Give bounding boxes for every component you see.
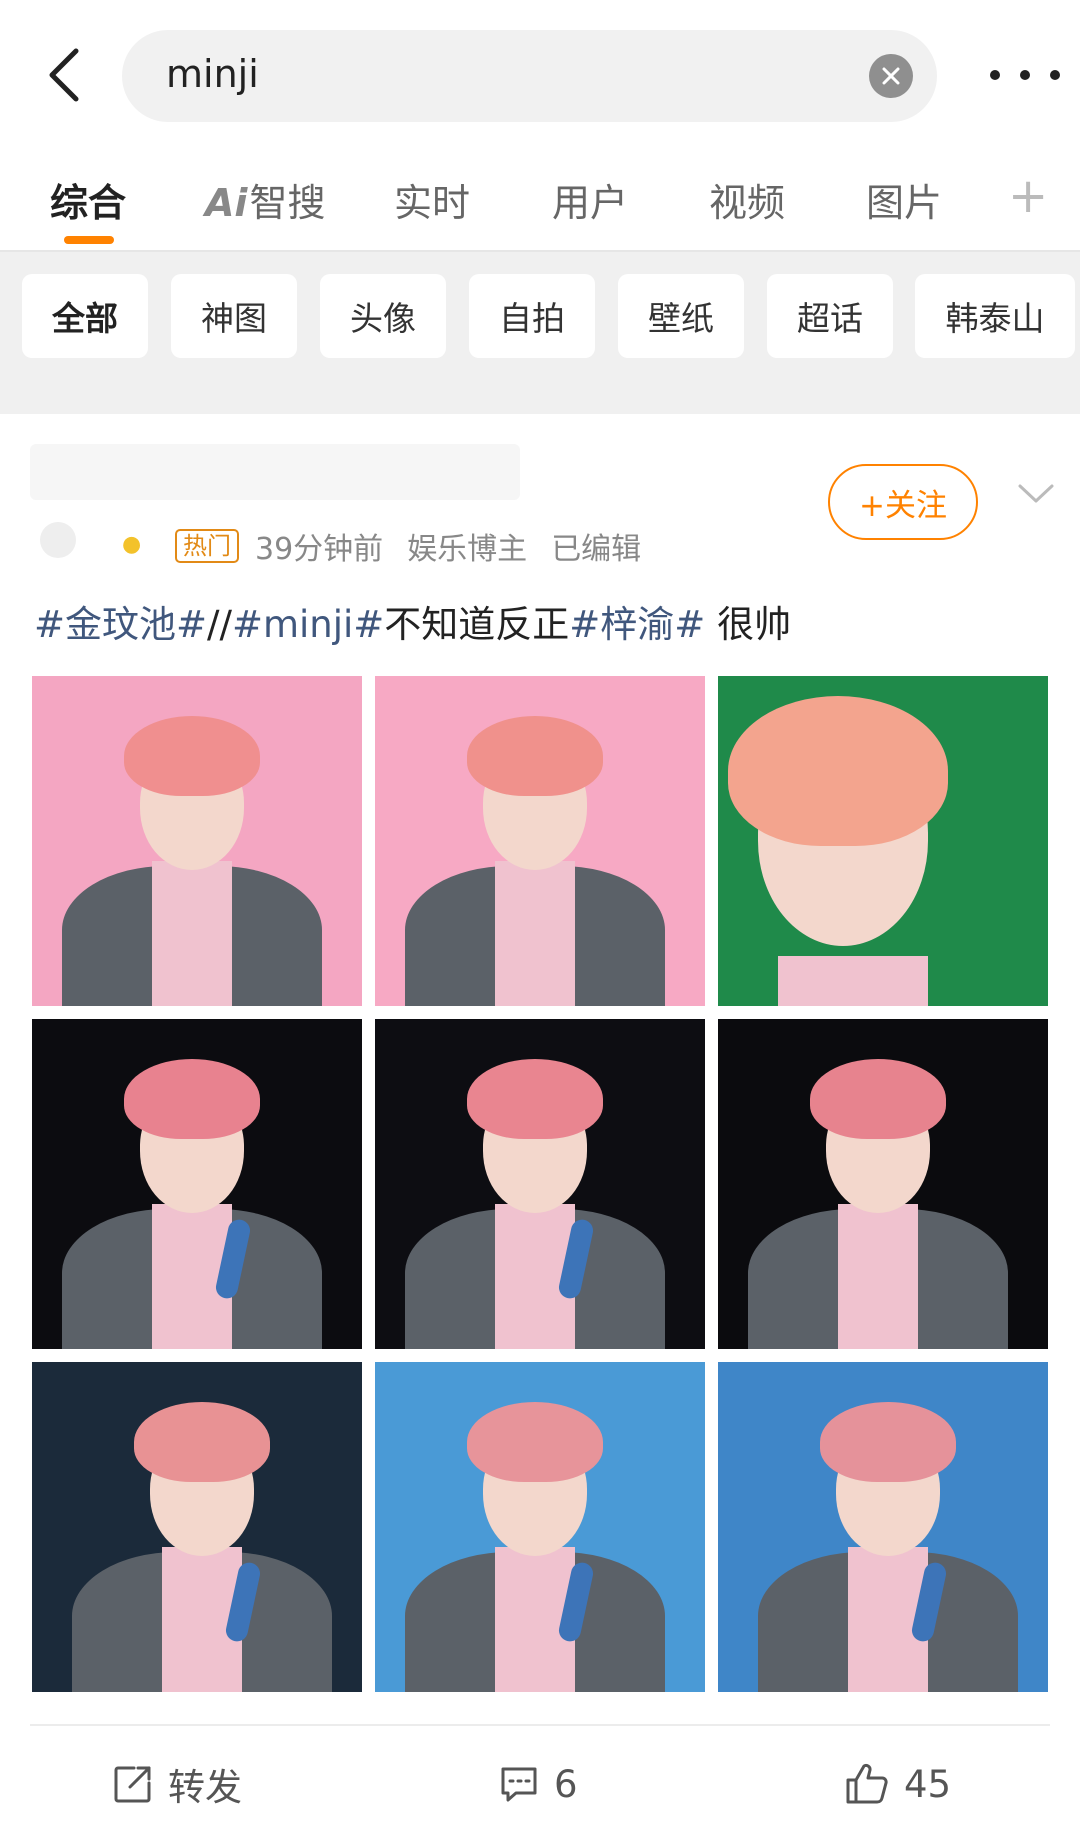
like-button[interactable]: 45 xyxy=(844,1754,951,1814)
search-input[interactable]: minji xyxy=(122,30,937,122)
hashtag-link[interactable]: #梓渝# xyxy=(569,603,705,646)
post-photo[interactable] xyxy=(32,676,362,1006)
comment-count: 6 xyxy=(554,1762,578,1806)
more-dot-icon xyxy=(1050,70,1060,80)
repost-label: 转发 xyxy=(168,1766,242,1809)
post-photo[interactable] xyxy=(32,1019,362,1349)
post-meta: 热门 39分钟前 娱乐博主 已编辑 xyxy=(175,526,665,567)
search-tabs: 综合 Ai智搜 实时 用户 视频 图片 + xyxy=(0,150,1080,250)
author-category: 娱乐博主 xyxy=(407,532,528,567)
comment-button[interactable]: 6 xyxy=(498,1754,578,1814)
photo-hair xyxy=(134,1402,270,1482)
more-dot-icon xyxy=(990,70,1000,80)
like-count: 45 xyxy=(904,1762,952,1806)
photo-hair xyxy=(467,716,603,796)
chip-wallpaper[interactable]: 壁纸 xyxy=(618,274,744,358)
back-arrow-icon xyxy=(49,48,79,102)
username-redacted xyxy=(30,444,520,500)
post-photo[interactable] xyxy=(718,1362,1048,1692)
tab-images[interactable]: 图片 xyxy=(866,172,942,227)
post-photo[interactable] xyxy=(375,676,705,1006)
post-text-segment: 很帅 xyxy=(705,603,792,646)
tab-comprehensive[interactable]: 综合 xyxy=(50,172,126,227)
banana-badge-icon: ● xyxy=(122,532,142,557)
chevron-down-icon xyxy=(1018,484,1054,503)
tab-users[interactable]: 用户 xyxy=(552,172,628,227)
action-divider xyxy=(30,1724,1050,1726)
tab-ai-search[interactable]: Ai智搜 xyxy=(205,172,325,227)
chip-best-pics[interactable]: 神图 xyxy=(171,274,297,358)
repost-button[interactable]: 转发 xyxy=(112,1754,242,1814)
active-tab-indicator xyxy=(64,236,114,244)
hot-badge: 热门 xyxy=(175,529,239,563)
more-options-button[interactable] xyxy=(990,52,1060,98)
clear-search-button[interactable] xyxy=(869,54,913,98)
tab-videos[interactable]: 视频 xyxy=(709,172,785,227)
chip-avatar[interactable]: 头像 xyxy=(320,274,446,358)
back-button[interactable] xyxy=(38,44,88,106)
post-photo[interactable] xyxy=(718,676,1048,1006)
photo-hair xyxy=(820,1402,956,1482)
close-icon xyxy=(882,67,900,85)
search-query-text: minji xyxy=(166,52,259,96)
photo-hair xyxy=(810,1059,946,1139)
tab-ai-search-label: 智搜 xyxy=(249,181,326,225)
photo-hair xyxy=(467,1402,603,1482)
repost-icon xyxy=(114,1766,151,1803)
hashtag-link[interactable]: #minji# xyxy=(232,603,384,646)
post-menu-button[interactable] xyxy=(1014,472,1058,516)
photo-shirt xyxy=(778,956,928,1006)
chip-selfie[interactable]: 自拍 xyxy=(469,274,595,358)
photo-hair xyxy=(124,716,260,796)
post-photo[interactable] xyxy=(718,1019,1048,1349)
post-card: ● 热门 39分钟前 娱乐博主 已编辑 +关注 #金玟池#//#minji#不知… xyxy=(0,414,1080,1832)
hashtag-link[interactable]: #金玟池# xyxy=(34,603,207,646)
photo-hair xyxy=(467,1059,603,1139)
photo-hair xyxy=(728,696,948,846)
post-photo[interactable] xyxy=(375,1019,705,1349)
add-tab-icon[interactable]: + xyxy=(1008,172,1048,220)
photo-hair xyxy=(124,1059,260,1139)
ai-logo-icon: Ai xyxy=(205,181,248,225)
chip-han-taishan[interactable]: 韩泰山 xyxy=(915,274,1075,358)
comment-icon xyxy=(501,1767,537,1802)
thumbs-up-icon xyxy=(846,1763,888,1804)
photo-shirt xyxy=(495,861,575,1006)
chip-super-topic[interactable]: 超话 xyxy=(767,274,893,358)
post-text-segment: // xyxy=(207,603,232,646)
post-photo[interactable] xyxy=(375,1362,705,1692)
post-text: #金玟池#//#minji#不知道反正#梓渝# 很帅 xyxy=(34,594,791,648)
top-bar: minji xyxy=(0,0,1080,150)
more-dot-icon xyxy=(1020,70,1030,80)
photo-shirt xyxy=(838,1204,918,1349)
section-gap xyxy=(0,382,1080,414)
follow-button[interactable]: +关注 xyxy=(828,464,978,540)
edited-label: 已编辑 xyxy=(551,532,642,567)
photo-shirt xyxy=(152,861,232,1006)
filter-chips: 全部 神图 头像 自拍 壁纸 超话 韩泰山 xyxy=(0,250,1080,382)
image-grid xyxy=(32,676,1050,1692)
avatar[interactable] xyxy=(40,522,76,558)
post-text-segment: 不知道反正 xyxy=(384,603,570,646)
tab-realtime[interactable]: 实时 xyxy=(394,172,470,227)
post-photo[interactable] xyxy=(32,1362,362,1692)
post-time: 39分钟前 xyxy=(255,532,384,567)
chip-all[interactable]: 全部 xyxy=(22,274,148,358)
